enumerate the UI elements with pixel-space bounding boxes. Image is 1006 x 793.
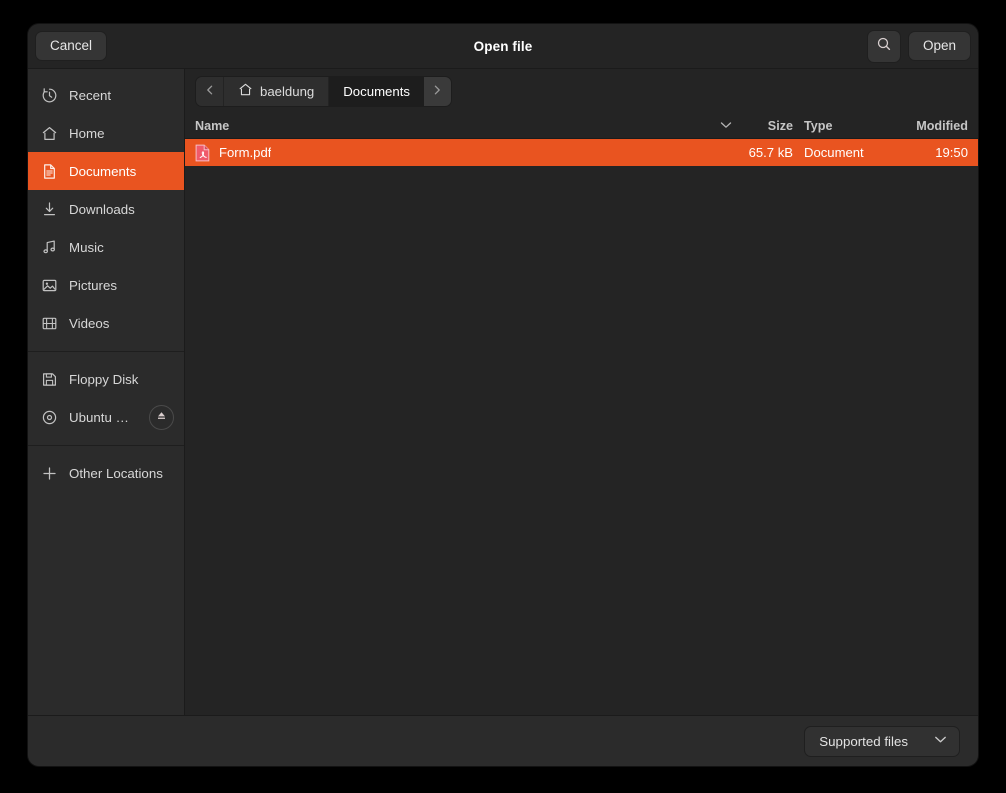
file-list[interactable]: Form.pdf 65.7 kB Document 19:50	[185, 139, 978, 715]
column-header-name[interactable]: Name	[195, 113, 742, 138]
sidebar-item-label: Pictures	[69, 277, 118, 293]
sidebar-item-label: Home	[69, 125, 105, 141]
breadcrumb-item-documents[interactable]: Documents	[328, 76, 424, 106]
chevron-down-icon	[720, 120, 732, 132]
file-list-header: Name Size Type Modified	[185, 113, 978, 139]
path-bar-row: baeldung Documents	[185, 69, 978, 113]
floppy-disk-icon	[41, 371, 58, 388]
cancel-button[interactable]: Cancel	[35, 30, 108, 62]
sidebar-item-ubuntu-disc[interactable]: Ubuntu …	[28, 398, 184, 436]
column-header-type[interactable]: Type	[804, 113, 890, 138]
sidebar-item-label: Other Locations	[69, 465, 163, 481]
chevron-right-icon	[431, 84, 443, 99]
breadcrumb-label: Documents	[343, 83, 410, 99]
open-file-dialog: Cancel Open file Open Recent Home Docume…	[28, 24, 978, 766]
sidebar-item-downloads[interactable]: Downloads	[28, 190, 184, 228]
dialog-action-bar: Supported files	[28, 715, 978, 766]
sidebar-item-recent[interactable]: Recent	[28, 76, 184, 114]
file-type-cell: Document	[804, 145, 864, 160]
dialog-title: Open file	[473, 38, 533, 54]
file-name-label: Form.pdf	[219, 145, 272, 160]
places-sidebar: Recent Home Documents Downloads Music Pi…	[28, 69, 185, 715]
file-size-cell: 65.7 kB	[748, 145, 793, 160]
sidebar-item-label: Documents	[69, 163, 137, 179]
file-name-cell: Form.pdf	[195, 144, 742, 162]
dialog-body: Recent Home Documents Downloads Music Pi…	[28, 69, 978, 715]
dialog-header-bar: Cancel Open file Open	[28, 24, 978, 69]
music-note-icon	[41, 239, 58, 256]
eject-icon	[155, 409, 168, 425]
sidebar-item-other-locations[interactable]: Other Locations	[28, 454, 184, 492]
file-filter-dropdown[interactable]: Supported files	[804, 725, 960, 757]
sidebar-item-label: Videos	[69, 315, 110, 331]
film-icon	[41, 315, 58, 332]
chevron-left-icon	[204, 84, 216, 99]
sidebar-divider-other	[28, 445, 184, 446]
sidebar-item-documents[interactable]: Documents	[28, 152, 184, 190]
sidebar-item-pictures[interactable]: Pictures	[28, 266, 184, 304]
breadcrumb-label: baeldung	[260, 83, 315, 99]
document-icon	[41, 163, 58, 180]
chevron-down-icon	[934, 735, 947, 747]
path-forward-button[interactable]	[423, 76, 451, 106]
sidebar-item-floppy-disk[interactable]: Floppy Disk	[28, 360, 184, 398]
file-filter-label: Supported files	[819, 733, 908, 749]
column-header-size[interactable]: Size	[742, 113, 804, 138]
search-icon	[876, 36, 892, 57]
breadcrumb-item-home[interactable]: baeldung	[223, 76, 329, 106]
sidebar-item-label: Music	[69, 239, 104, 255]
open-button[interactable]: Open	[907, 30, 971, 62]
download-icon	[41, 201, 58, 218]
home-icon	[238, 82, 253, 100]
file-browser-pane: baeldung Documents Name Size Type Modifi…	[185, 69, 978, 715]
file-modified-cell: 19:50	[935, 145, 968, 160]
breadcrumb: baeldung Documents	[195, 75, 452, 107]
plus-icon	[41, 465, 58, 482]
home-icon	[41, 125, 58, 142]
path-back-button[interactable]	[196, 76, 223, 106]
sidebar-item-label: Ubuntu …	[69, 409, 129, 425]
sidebar-item-videos[interactable]: Videos	[28, 304, 184, 342]
column-header-label: Name	[195, 118, 230, 133]
pdf-file-icon	[195, 144, 210, 162]
sidebar-item-label: Recent	[69, 87, 112, 103]
search-button[interactable]	[866, 29, 901, 63]
sidebar-divider-devices	[28, 351, 184, 352]
table-row[interactable]: Form.pdf 65.7 kB Document 19:50	[185, 139, 978, 166]
optical-disc-icon	[41, 409, 58, 426]
clock-icon	[41, 87, 58, 104]
sidebar-item-music[interactable]: Music	[28, 228, 184, 266]
sidebar-item-home[interactable]: Home	[28, 114, 184, 152]
sidebar-item-label: Floppy Disk	[69, 371, 139, 387]
column-header-modified[interactable]: Modified	[890, 113, 978, 138]
sidebar-item-label: Downloads	[69, 201, 135, 217]
image-icon	[41, 277, 58, 294]
eject-button[interactable]	[149, 404, 174, 430]
header-actions: Open	[866, 29, 971, 63]
